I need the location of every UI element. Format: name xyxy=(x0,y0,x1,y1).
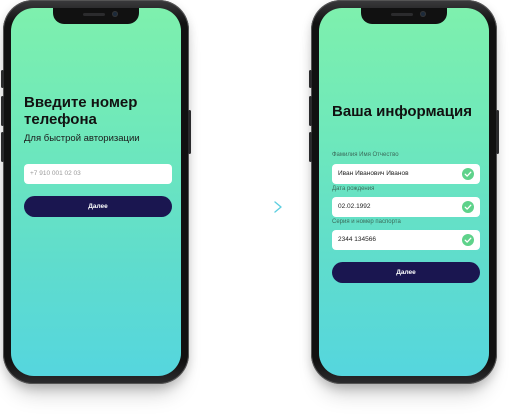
full-name-label: Фамилия Имя Отчество xyxy=(332,152,399,158)
full-name-value: Иван Иванович Иванов xyxy=(338,170,409,177)
phone-entry-screen: Введите номер телефона Для быстрой автор… xyxy=(11,8,181,376)
phone-mute-switch xyxy=(309,70,312,88)
check-icon xyxy=(462,201,474,213)
page-title: Ваша информация xyxy=(332,103,472,120)
phone-volume-down xyxy=(1,132,4,162)
phone-volume-up xyxy=(1,96,4,126)
info-screen: Ваша информация Фамилия Имя Отчество Ива… xyxy=(319,8,489,376)
phone-number-input[interactable]: +7 910 001 02 03 xyxy=(24,164,172,184)
check-icon xyxy=(462,234,474,246)
mockup-stage: Введите номер телефона Для быстрой автор… xyxy=(0,0,531,416)
passport-value: 2344 134566 xyxy=(338,236,376,243)
phone-frame-info: Ваша информация Фамилия Имя Отчество Ива… xyxy=(309,0,499,384)
phone-notch xyxy=(361,8,447,24)
phone-mute-switch xyxy=(1,70,4,88)
passport-field[interactable]: 2344 134566 xyxy=(332,230,480,250)
speaker-icon xyxy=(391,13,413,16)
page-subtitle: Для быстрой авторизации xyxy=(24,133,140,144)
next-button[interactable]: Далее xyxy=(332,262,480,283)
phone-power-button xyxy=(496,110,499,154)
speaker-icon xyxy=(83,13,105,16)
arrow-right-icon xyxy=(205,201,282,213)
phone-volume-up xyxy=(309,96,312,126)
check-icon xyxy=(462,168,474,180)
camera-icon xyxy=(112,11,118,17)
phone-notch xyxy=(53,8,139,24)
passport-label: Серия и номер паспорта xyxy=(332,219,401,225)
page-title: Введите номер телефона xyxy=(24,94,138,128)
birth-date-value: 02.02.1992 xyxy=(338,203,371,210)
phone-frame-phone-entry: Введите номер телефона Для быстрой автор… xyxy=(1,0,191,384)
full-name-field[interactable]: Иван Иванович Иванов xyxy=(332,164,480,184)
birth-date-field[interactable]: 02.02.1992 xyxy=(332,197,480,217)
camera-icon xyxy=(420,11,426,17)
phone-volume-down xyxy=(309,132,312,162)
birth-date-label: Дата рождения xyxy=(332,186,375,192)
next-button[interactable]: Далее xyxy=(24,196,172,217)
phone-power-button xyxy=(188,110,191,154)
